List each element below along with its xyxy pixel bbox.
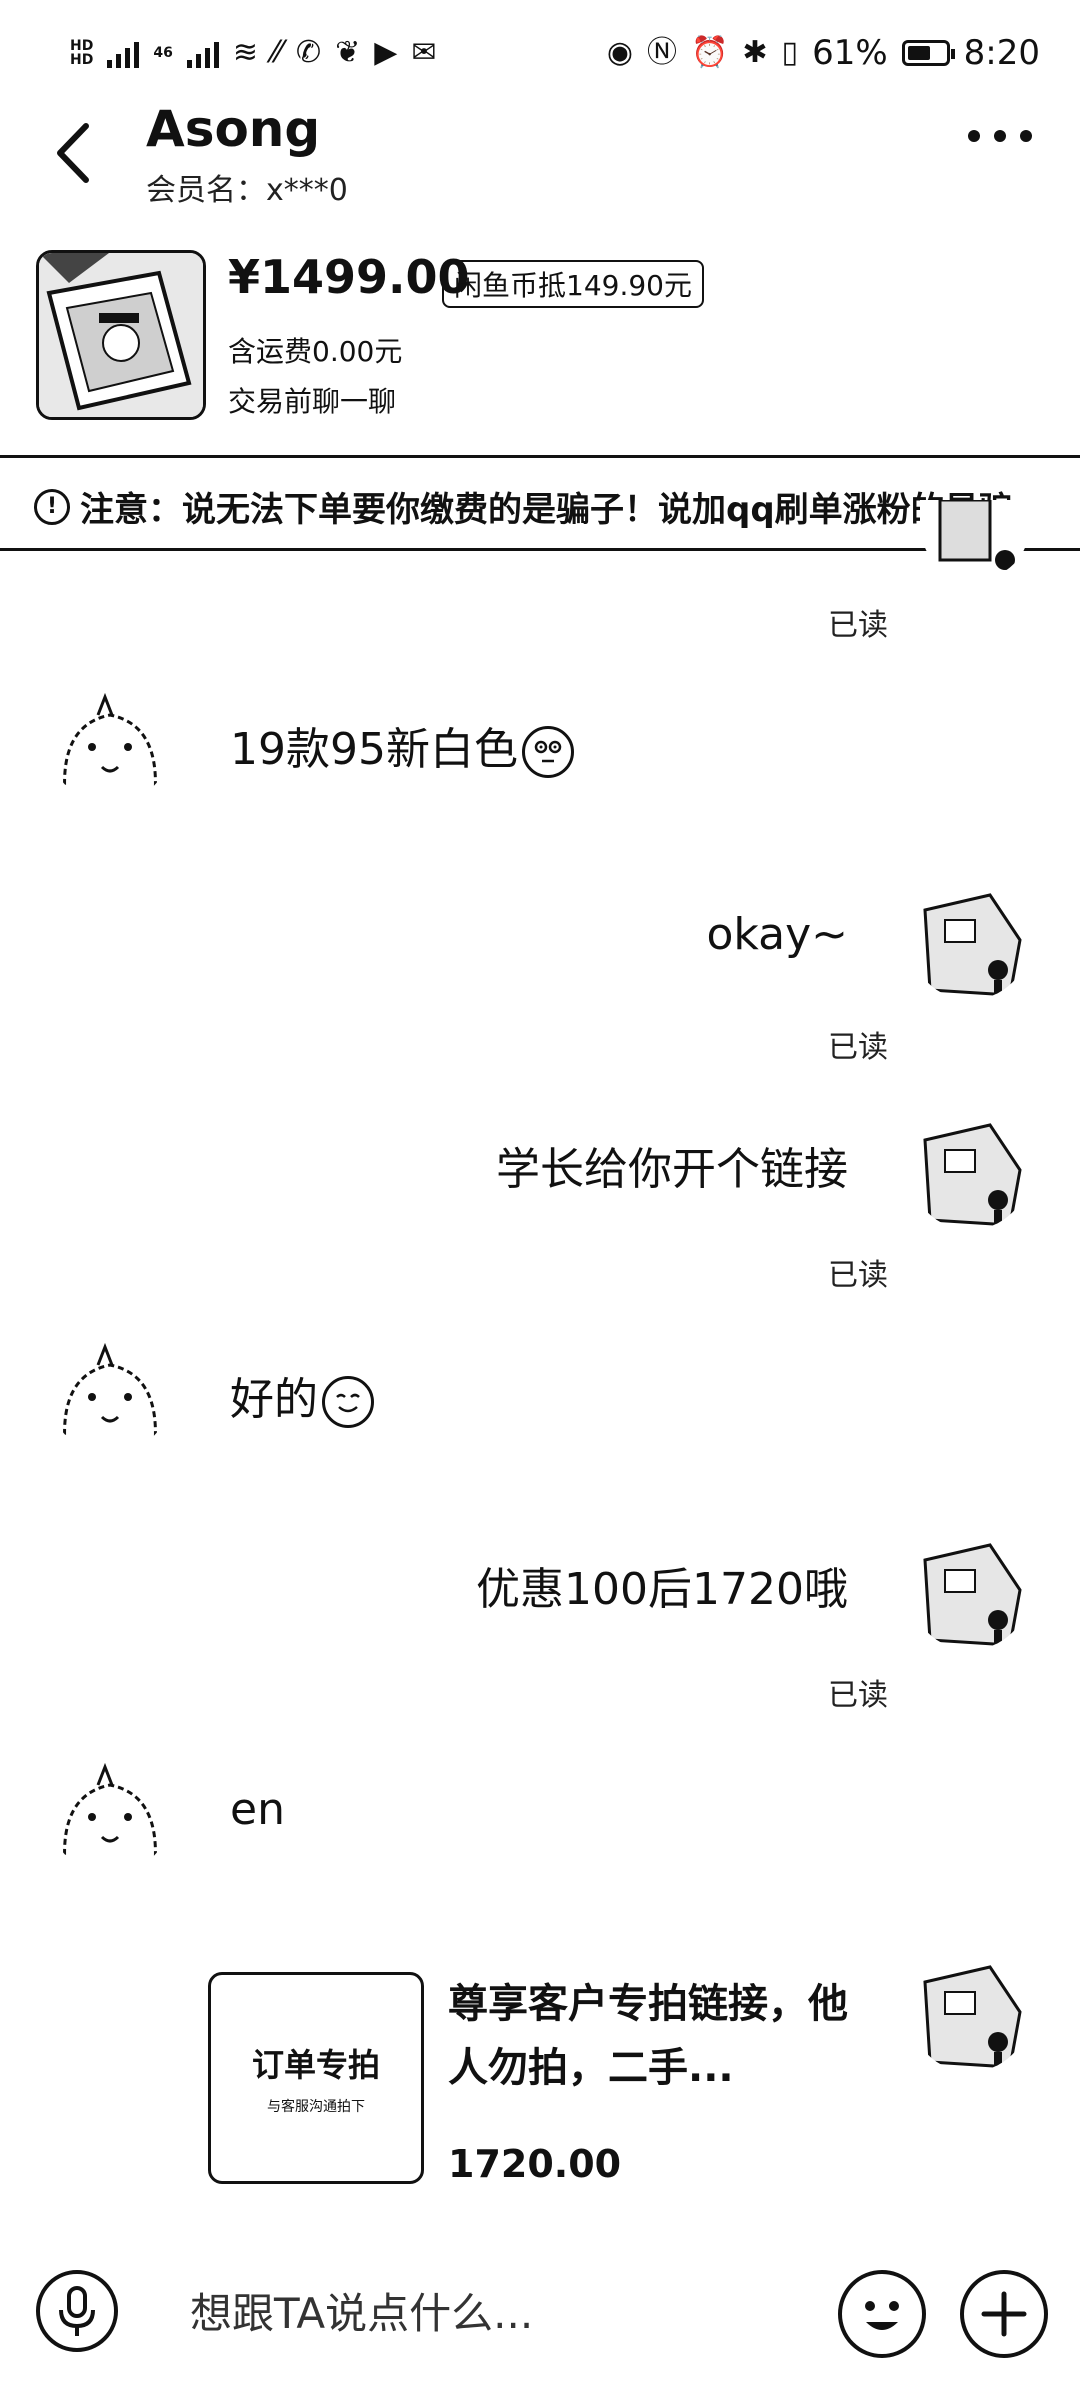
message-text: en xyxy=(230,1784,285,1835)
bluetooth-icon: ✱ xyxy=(742,35,768,70)
product-thumbnail[interactable] xyxy=(36,250,206,420)
status-left-icons: HD HD 46 ≋ ⁄⁄ ✆ ❦ ▶ ✉ xyxy=(70,30,437,76)
link-icon: ⁄⁄ xyxy=(271,35,282,70)
my-avatar[interactable] xyxy=(910,1110,1030,1230)
emoji-button[interactable] xyxy=(838,2270,926,2358)
my-avatar[interactable] xyxy=(910,880,1030,1000)
message-text: 优惠100后1720哦 xyxy=(476,1564,848,1615)
battery-fill xyxy=(907,46,930,60)
voice-button[interactable] xyxy=(36,2270,118,2352)
other-avatar[interactable] xyxy=(50,685,170,805)
building-avatar-icon xyxy=(910,880,1030,1000)
tablet-image-icon xyxy=(39,253,203,417)
alarm-icon: ⏰ xyxy=(691,35,729,70)
message-input[interactable]: 想跟TA说点什么... xyxy=(190,2280,533,2341)
chat-title: Asong xyxy=(146,100,321,158)
call-icon: ✆ xyxy=(296,35,322,70)
fraud-notice-banner: ! 注意：说无法下单要你缴费的是骗子！说加qq刷单涨粉的是骗 xyxy=(0,455,1080,551)
order-card-price: 1720.00 xyxy=(448,2142,622,2186)
read-status: 已读 xyxy=(828,1030,888,1065)
more-icon xyxy=(968,130,980,142)
battery-icon xyxy=(901,40,955,66)
plus-icon xyxy=(981,2291,1027,2337)
wechat-icon: ❦ xyxy=(335,35,361,70)
card-image-subtitle: 与客服沟通拍下 xyxy=(267,2099,365,2115)
mic-icon xyxy=(59,2286,95,2336)
shipping-fee: 含运费0.00元 xyxy=(228,335,403,368)
member-name: 会员名：x***0 xyxy=(146,173,348,208)
signal-icon-2 xyxy=(186,38,219,68)
order-card-title[interactable]: 尊享客户专拍链接，他人勿拍，二手... xyxy=(448,1972,848,2100)
warning-icon: ! xyxy=(34,488,70,525)
vibrate-icon: ▯ xyxy=(781,35,799,70)
card-image-title: 订单专拍 xyxy=(251,2046,380,2084)
coin-deduct-tag: 闲鱼币抵149.90元 xyxy=(442,260,704,308)
more-actions-button[interactable] xyxy=(960,2270,1048,2358)
message-text: 19款95新白色 xyxy=(230,720,574,780)
read-status: 已读 xyxy=(828,1678,888,1713)
smile-emoji-icon xyxy=(322,1376,374,1428)
smile-icon xyxy=(865,2301,899,2330)
building-avatar-icon xyxy=(910,1110,1030,1230)
wifi-icon: ≋ xyxy=(232,35,258,70)
dizzy-emoji-icon xyxy=(521,726,574,778)
back-button[interactable] xyxy=(50,118,100,188)
my-avatar-partial[interactable] xyxy=(920,500,1030,580)
signal-icon xyxy=(107,38,140,68)
hd-icon: HD HD xyxy=(70,38,94,68)
message-text: 学长给你开个链接 xyxy=(496,1144,848,1195)
message-text: 好的 xyxy=(230,1370,374,1430)
other-avatar[interactable] xyxy=(50,1755,170,1875)
pre-trade-chat-hint: 交易前聊一聊 xyxy=(228,385,397,418)
my-avatar[interactable] xyxy=(910,1530,1030,1650)
more-button[interactable] xyxy=(968,130,1032,142)
eye-icon: ◉ xyxy=(606,35,634,70)
mail-icon: ✉ xyxy=(411,35,437,70)
battery-percent: 61% xyxy=(812,33,888,73)
cat-avatar-icon xyxy=(50,1335,170,1455)
nfc-icon: Ⓝ xyxy=(647,35,678,70)
order-card-image[interactable]: 订单专拍 与客服沟通拍下 xyxy=(208,1972,424,2184)
status-bar: HD HD 46 ≋ ⁄⁄ ✆ ❦ ▶ ✉ ◉ Ⓝ ⏰ ✱ ▯ 61% 8:20 xyxy=(0,0,1080,100)
product-price: ¥1499.00 xyxy=(228,250,470,304)
cat-avatar-icon xyxy=(50,685,170,805)
network-label: 46 xyxy=(153,45,173,61)
message-text: okay~ xyxy=(706,909,849,960)
read-status: 已读 xyxy=(828,1258,888,1293)
other-avatar[interactable] xyxy=(50,1335,170,1455)
status-right-icons: ◉ Ⓝ ⏰ ✱ ▯ 61% 8:20 xyxy=(607,30,1040,76)
building-avatar-icon xyxy=(910,1952,1030,2072)
my-avatar[interactable] xyxy=(910,1952,1030,2072)
video-icon: ▶ xyxy=(374,35,398,70)
notice-text: 注意：说无法下单要你缴费的是骗子！说加qq刷单涨粉的是骗 xyxy=(80,490,1013,530)
read-status: 已读 xyxy=(828,608,888,643)
building-avatar-icon xyxy=(910,1530,1030,1650)
clock: 8:20 xyxy=(963,33,1040,73)
back-arrow-icon xyxy=(57,123,89,183)
cat-avatar-icon xyxy=(50,1755,170,1875)
